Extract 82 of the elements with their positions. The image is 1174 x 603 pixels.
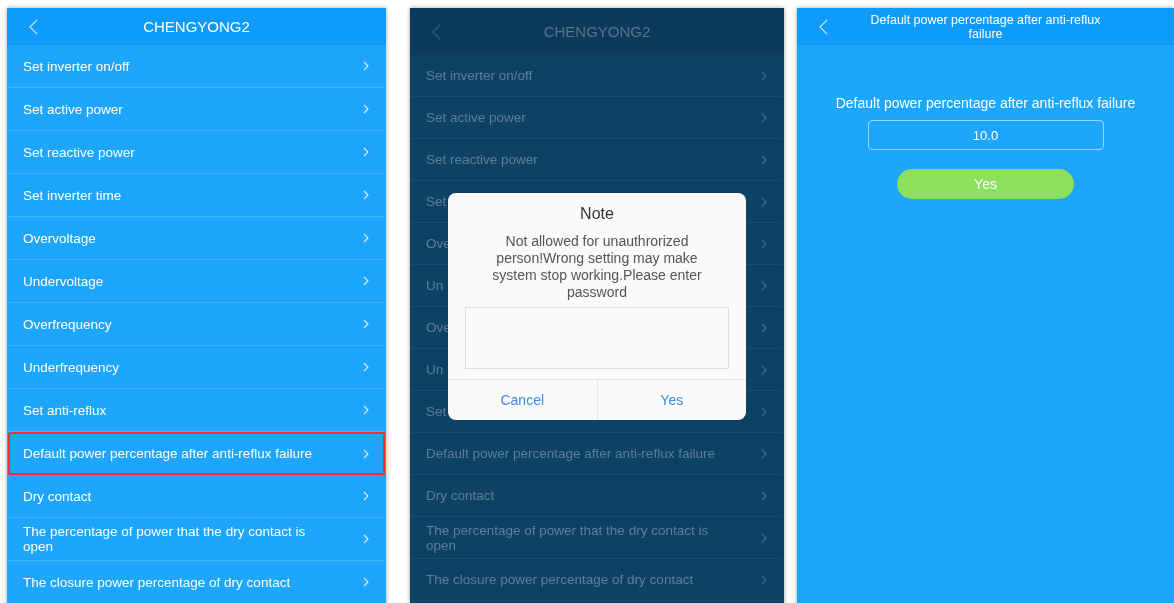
dialog-title: Note bbox=[580, 205, 614, 223]
menu-item-label: Set inverter time bbox=[23, 187, 122, 203]
menu-item-label: Set active power bbox=[426, 110, 526, 125]
yes-button[interactable]: Yes bbox=[897, 169, 1074, 199]
chevron-right-icon bbox=[363, 491, 369, 501]
chevron-right-icon bbox=[761, 322, 767, 333]
screen-title: CHENGYONG2 bbox=[143, 18, 250, 35]
chevron-right-icon bbox=[761, 574, 767, 585]
chevron-right-icon bbox=[761, 406, 767, 417]
screen-title: CHENGYONG2 bbox=[543, 23, 651, 40]
menu-item[interactable]: Set inverter time bbox=[8, 174, 385, 217]
chevron-right-icon bbox=[761, 448, 767, 459]
chevron-right-icon bbox=[363, 577, 369, 587]
chevron-right-icon bbox=[363, 190, 369, 200]
chevron-right-icon bbox=[363, 276, 369, 286]
back-icon[interactable] bbox=[432, 23, 441, 40]
chevron-right-icon bbox=[363, 233, 369, 243]
menu-item-label: Un bbox=[426, 362, 444, 377]
menu-item-label: Set inverter on/off bbox=[426, 68, 533, 83]
chevron-right-icon bbox=[761, 238, 767, 249]
menu-item-label: Set anti-reflux bbox=[23, 402, 107, 418]
chevron-right-icon bbox=[761, 364, 767, 375]
chevron-right-icon bbox=[363, 61, 369, 71]
menu-item-label: Un bbox=[426, 278, 444, 293]
menu-item-label: Set reactive power bbox=[426, 152, 538, 167]
chevron-right-icon bbox=[761, 112, 767, 123]
chevron-right-icon bbox=[761, 280, 767, 291]
menu-item[interactable]: Set inverter on/off bbox=[411, 55, 783, 97]
menu-item[interactable]: Dry contact bbox=[8, 475, 385, 518]
dialog-message: Not allowed for unauthrorized person!Wrong setting may make system stop working.Please enter password bbox=[491, 233, 703, 301]
menu-item-label: The percentage of power that the dry contact is open bbox=[23, 524, 307, 554]
chevron-right-icon bbox=[761, 70, 767, 81]
menu-item[interactable]: Undervoltage bbox=[8, 260, 385, 303]
chevron-right-icon bbox=[363, 448, 369, 459]
chevron-right-icon bbox=[363, 104, 369, 114]
menu-item-label: The percentage of power that the dry contact is open bbox=[426, 522, 710, 553]
menu-item-label: Overvoltage bbox=[23, 230, 96, 246]
dialog-button[interactable]: Cancel bbox=[448, 380, 597, 420]
menu-item[interactable]: The closure power percentage of dry contact bbox=[411, 559, 783, 601]
menu-item[interactable]: Overvoltage bbox=[8, 217, 385, 260]
menu-item[interactable]: Set reactive power bbox=[8, 131, 385, 174]
menu-item-label: Undervoltage bbox=[23, 273, 104, 289]
menu-item-label: Default power percentage after anti-reflux failure bbox=[23, 446, 312, 461]
chevron-right-icon bbox=[761, 490, 767, 501]
password-field[interactable] bbox=[465, 307, 729, 369]
menu-item-label: The closure power percentage of dry contact bbox=[426, 572, 694, 587]
menu-item[interactable]: Set active power bbox=[411, 97, 783, 139]
menu-item-label: The closure power percentage of dry contact bbox=[23, 574, 291, 590]
menu-item-label: Set active power bbox=[23, 101, 123, 117]
menu-item[interactable]: Default power percentage after anti-reflux failure bbox=[8, 432, 385, 475]
menu-item[interactable]: Default power percentage after anti-reflux failure bbox=[411, 433, 783, 475]
chevron-right-icon bbox=[363, 147, 369, 157]
menu-item-label: Dry contact bbox=[426, 488, 495, 503]
chevron-right-icon bbox=[761, 154, 767, 165]
menu-item-label: Set inverter on/off bbox=[23, 58, 130, 74]
menu-item-label: Set reactive power bbox=[23, 144, 135, 160]
value-field[interactable]: 10.0 bbox=[867, 120, 1104, 150]
menu-item[interactable]: Overfrequency bbox=[8, 303, 385, 346]
chevron-right-icon bbox=[363, 319, 369, 329]
menu-item[interactable]: Set reactive power bbox=[411, 139, 783, 181]
chevron-right-icon bbox=[761, 532, 767, 543]
menu-item-label: Set bbox=[426, 404, 447, 419]
menu-item-label: Overfrequency bbox=[23, 316, 112, 332]
menu-item[interactable]: The percentage of power that the dry contact is open bbox=[8, 518, 385, 561]
menu-item[interactable]: Set anti-reflux bbox=[8, 389, 385, 432]
menu-item[interactable]: The percentage of power that the dry contact is open bbox=[411, 517, 783, 559]
menu-item[interactable]: Set inverter on/off bbox=[8, 45, 385, 88]
chevron-right-icon bbox=[363, 534, 369, 544]
chevron-right-icon bbox=[363, 405, 369, 415]
menu-item-label: Underfrequency bbox=[23, 359, 120, 375]
menu-item-label: Dry contact bbox=[23, 488, 92, 504]
chevron-right-icon bbox=[761, 196, 767, 207]
menu-item-label: Default power percentage after anti-reflux failure bbox=[426, 446, 715, 461]
menu-item[interactable]: The closure power percentage of dry contact bbox=[8, 561, 385, 603]
dialog-button[interactable]: Yes bbox=[596, 380, 746, 420]
field-label: Default power percentage after anti-reflux failure bbox=[835, 95, 1136, 111]
menu-item[interactable]: Set active power bbox=[8, 88, 385, 131]
chevron-right-icon bbox=[363, 362, 369, 372]
menu-item-label: Set bbox=[426, 194, 447, 209]
menu-item[interactable]: Underfrequency bbox=[8, 346, 385, 389]
menu-item[interactable]: Dry contact bbox=[411, 475, 783, 517]
screen-title: Default power percentage after anti-reflux failure bbox=[869, 12, 1102, 41]
